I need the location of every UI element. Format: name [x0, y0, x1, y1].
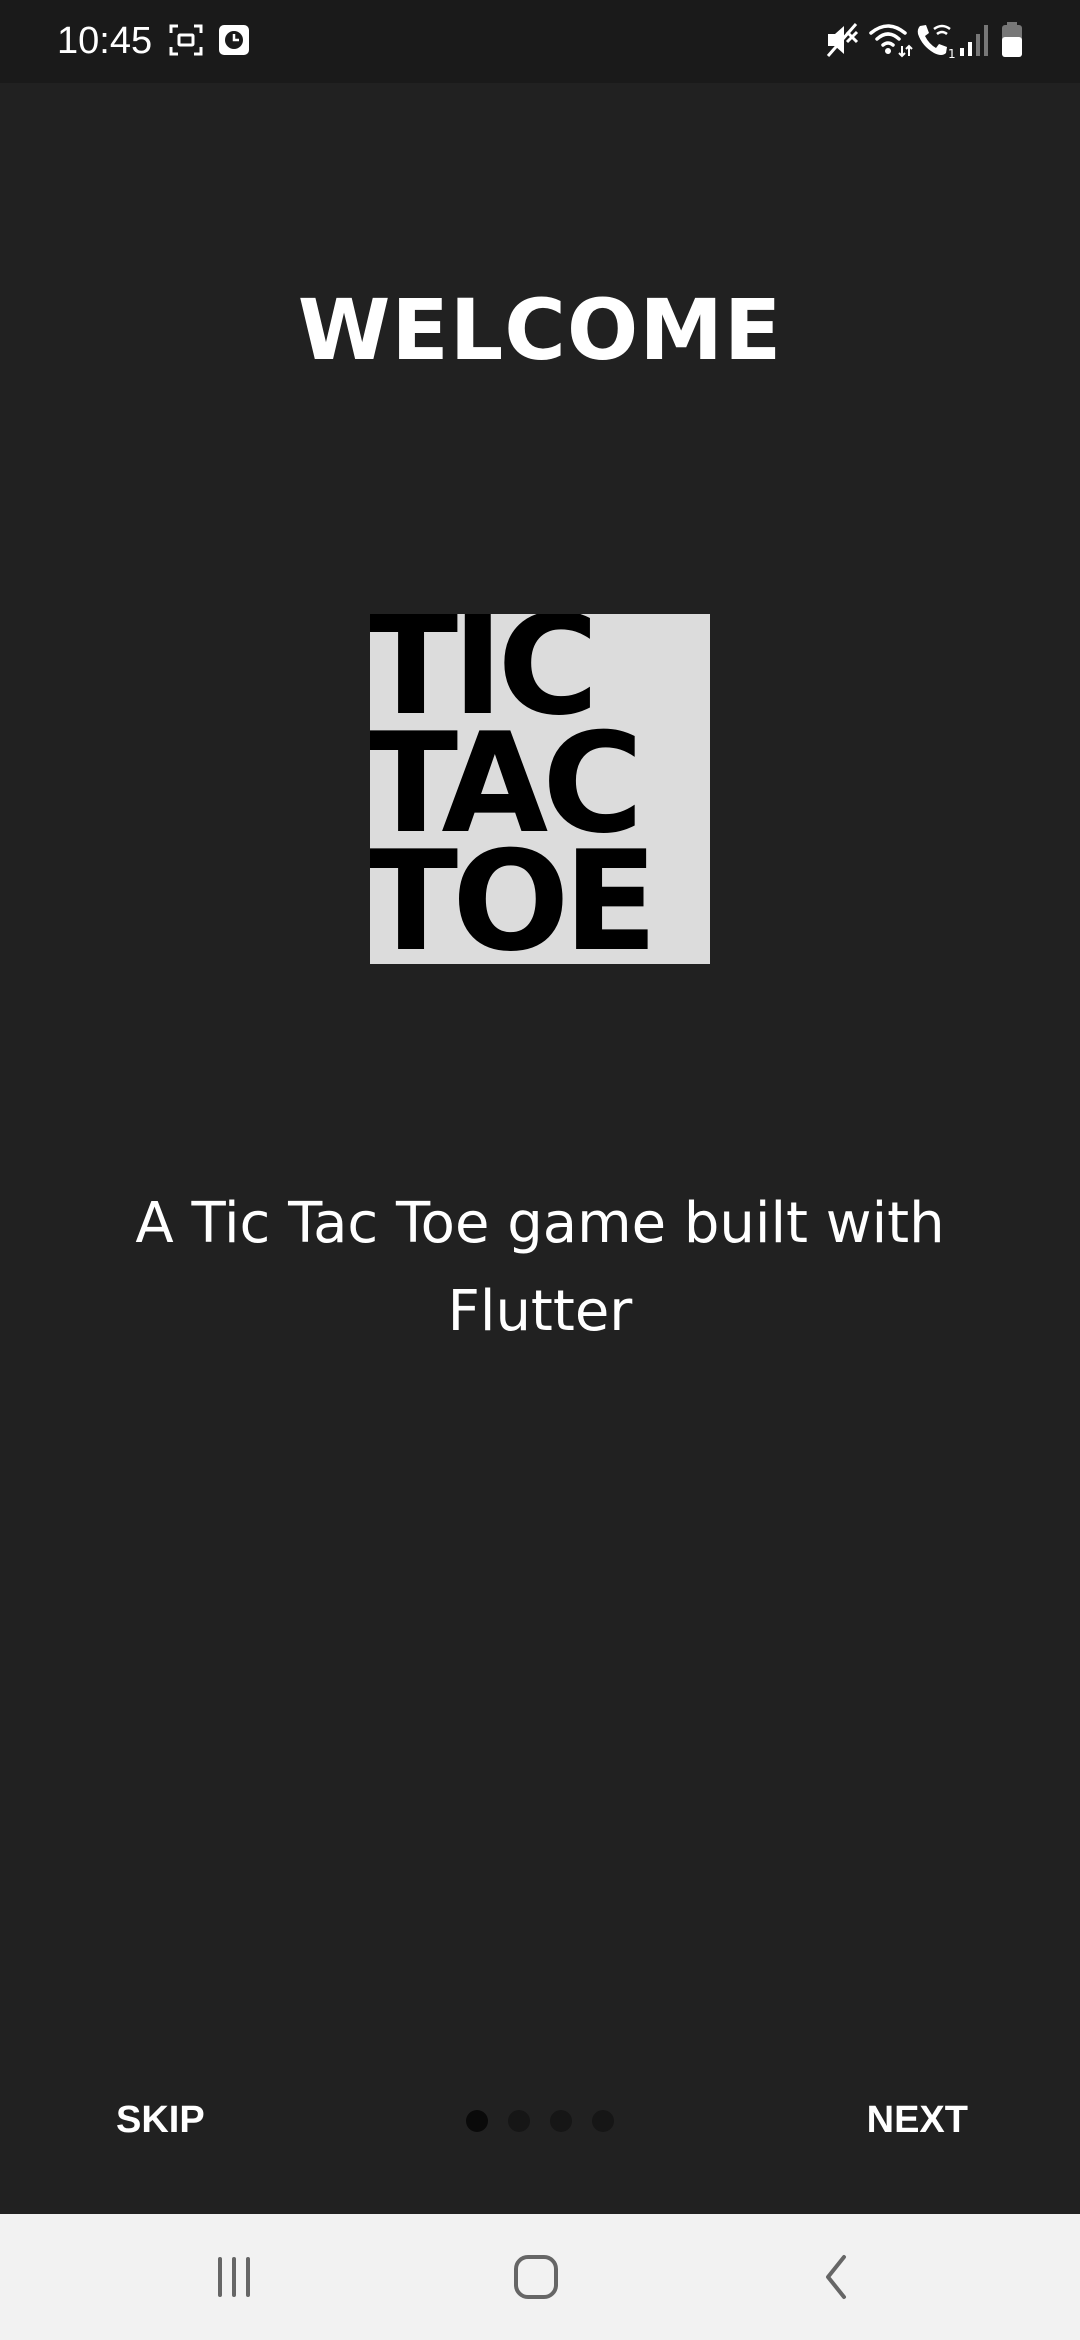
navigation-bar — [0, 2214, 1080, 2340]
mute-icon — [826, 23, 859, 57]
page-dot-2[interactable] — [508, 2110, 530, 2132]
page-dot-3[interactable] — [550, 2110, 572, 2132]
recent-apps-icon[interactable] — [204, 2247, 264, 2307]
welcome-title: WELCOME — [297, 281, 783, 379]
page-dot-4[interactable] — [592, 2110, 614, 2132]
signal-icon — [960, 25, 988, 56]
page-dot-1[interactable] — [466, 2110, 488, 2132]
clock-app-icon — [219, 25, 249, 55]
home-icon[interactable] — [506, 2247, 566, 2307]
description-text: A Tic Tac Toe game built with Flutter — [135, 1191, 945, 1344]
svg-text:1: 1 — [948, 47, 956, 60]
status-bar: 10:45 1 — [0, 0, 1080, 83]
tic-tac-toe-logo: TIC TAC TOE — [370, 614, 710, 964]
next-button[interactable]: NEXT — [867, 2090, 968, 2150]
wifi-call-icon: 1 — [917, 24, 956, 60]
wifi-icon — [869, 24, 913, 58]
battery-icon — [1002, 22, 1022, 57]
onboarding-screen: 10:45 1 WELCOME TIC TAC TOE A Tic Tac To… — [0, 0, 1080, 2340]
logo-line-toe: TOE — [370, 821, 658, 965]
skip-button[interactable]: SKIP — [116, 2090, 205, 2150]
back-icon[interactable] — [808, 2247, 868, 2307]
screenshot-icon — [169, 24, 203, 56]
status-time: 10:45 — [57, 20, 153, 62]
